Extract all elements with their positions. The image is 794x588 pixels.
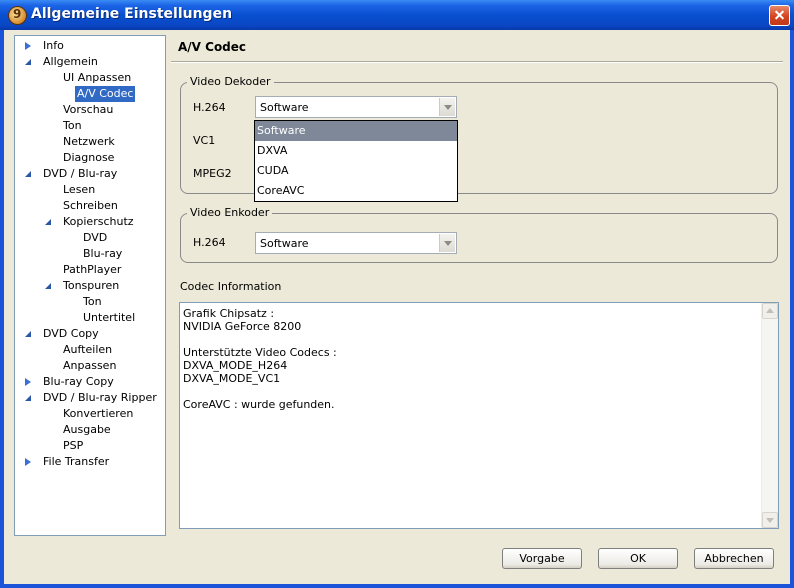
- window-title: Allgemeine Einstellungen: [31, 6, 233, 22]
- decoder-vc1-label: VC1: [193, 134, 216, 147]
- app-icon: [8, 6, 27, 25]
- video-decoder-group-label: Video Dekoder: [187, 75, 274, 88]
- tree-item-label: DVD Copy: [43, 327, 99, 340]
- expanded-triangle-icon[interactable]: [25, 59, 31, 65]
- dropdown-option[interactable]: CUDA: [255, 161, 457, 181]
- video-encoder-group-label: Video Enkoder: [187, 206, 273, 219]
- tree-item-label: Tonspuren: [63, 279, 120, 292]
- tree-item-label: DVD / Blu-ray: [43, 167, 118, 180]
- codec-info-textarea[interactable]: Grafik Chipsatz : NVIDIA GeForce 8200 Unte…: [179, 302, 779, 529]
- scroll-down-icon[interactable]: [762, 512, 778, 528]
- default-button[interactable]: Vorgabe: [502, 548, 582, 569]
- dropdown-option[interactable]: DXVA: [255, 141, 457, 161]
- encoder-h264-value: Software: [260, 237, 309, 250]
- vertical-scrollbar[interactable]: [761, 303, 778, 528]
- tree-item-label: Blu-ray Copy: [43, 375, 114, 388]
- tree-item-label: Allgemein: [43, 55, 98, 68]
- codec-info-line: DXVA_MODE_H264: [183, 359, 288, 372]
- chevron-down-icon[interactable]: [439, 234, 455, 252]
- collapsed-triangle-icon[interactable]: [25, 458, 31, 466]
- dialog-client-area: Info Allgemein UI Anpassen A/V Codec Vorscha…: [4, 30, 790, 584]
- tree-item-label: Ausgabe: [63, 423, 111, 436]
- expanded-triangle-icon[interactable]: [25, 331, 31, 337]
- expanded-triangle-icon[interactable]: [45, 219, 51, 225]
- tree-item-label: Lesen: [63, 183, 96, 196]
- tree-item-label: Ton: [63, 119, 82, 132]
- tree-item-label: Info: [43, 39, 64, 52]
- decoder-h264-label: H.264: [193, 101, 226, 114]
- tree-item-label: DVD / Blu-ray Ripper: [43, 391, 157, 404]
- tree-item-label: A/V Codec: [77, 87, 134, 100]
- tree-item-label: Kopierschutz: [63, 215, 134, 228]
- tree-item-label: DVD: [83, 231, 108, 244]
- codec-info-line: CoreAVC : wurde gefunden.: [183, 398, 335, 411]
- encoder-h264-label: H.264: [193, 236, 226, 249]
- close-button[interactable]: [769, 5, 790, 26]
- expanded-triangle-icon[interactable]: [25, 395, 31, 401]
- codec-info-line: Grafik Chipsatz :: [183, 307, 275, 320]
- expanded-triangle-icon[interactable]: [45, 283, 51, 289]
- tree-item-label: PathPlayer: [63, 263, 122, 276]
- codec-info-line: DXVA_MODE_VC1: [183, 372, 281, 385]
- scroll-up-icon[interactable]: [762, 303, 778, 319]
- tree-item-label: Netzwerk: [63, 135, 115, 148]
- collapsed-triangle-icon[interactable]: [25, 42, 31, 50]
- settings-window: Allgemeine Einstellungen Info Allgemein UI…: [0, 0, 794, 588]
- collapsed-triangle-icon[interactable]: [25, 378, 31, 386]
- codec-info-line: Unterstützte Video Codecs :: [183, 346, 337, 359]
- dropdown-option[interactable]: Software: [255, 121, 457, 141]
- tree-item-label: Ton: [83, 295, 102, 308]
- tree-item-label: PSP: [63, 439, 84, 452]
- title-bar[interactable]: Allgemeine Einstellungen: [0, 0, 794, 30]
- expanded-triangle-icon[interactable]: [25, 171, 31, 177]
- chevron-down-icon[interactable]: [439, 98, 455, 116]
- dropdown-option[interactable]: CoreAVC: [255, 181, 457, 201]
- tree-item-label: Konvertieren: [63, 407, 134, 420]
- tree-item[interactable]: A/V Codec: [75, 86, 136, 102]
- settings-tree[interactable]: Info Allgemein UI Anpassen A/V Codec Vorscha…: [14, 35, 166, 536]
- tree-item-label: File Transfer: [43, 455, 110, 468]
- tree-item-label: Schreiben: [63, 199, 118, 212]
- title-divider: [171, 61, 783, 63]
- tree-item-label: Untertitel: [83, 311, 136, 324]
- encoder-h264-select[interactable]: Software: [255, 232, 457, 254]
- tree-item-label: Aufteilen: [63, 343, 113, 356]
- decoder-mpeg2-label: MPEG2: [193, 167, 232, 180]
- tree-item-label: Vorschau: [63, 103, 114, 116]
- decoder-h264-dropdown-list[interactable]: Software DXVA CUDA CoreAVC: [254, 120, 458, 202]
- page-title: A/V Codec: [178, 40, 247, 54]
- tree-item-label: Blu-ray: [83, 247, 123, 260]
- tree-item-label: Anpassen: [63, 359, 117, 372]
- codec-info-label: Codec Information: [180, 280, 282, 293]
- cancel-button[interactable]: Abbrechen: [694, 548, 774, 569]
- tree-item-label: UI Anpassen: [63, 71, 132, 84]
- tree-item-label: Diagnose: [63, 151, 115, 164]
- decoder-h264-value: Software: [260, 101, 309, 114]
- ok-button[interactable]: OK: [598, 548, 678, 569]
- decoder-h264-select[interactable]: Software: [255, 96, 457, 118]
- codec-info-line: NVIDIA GeForce 8200: [183, 320, 302, 333]
